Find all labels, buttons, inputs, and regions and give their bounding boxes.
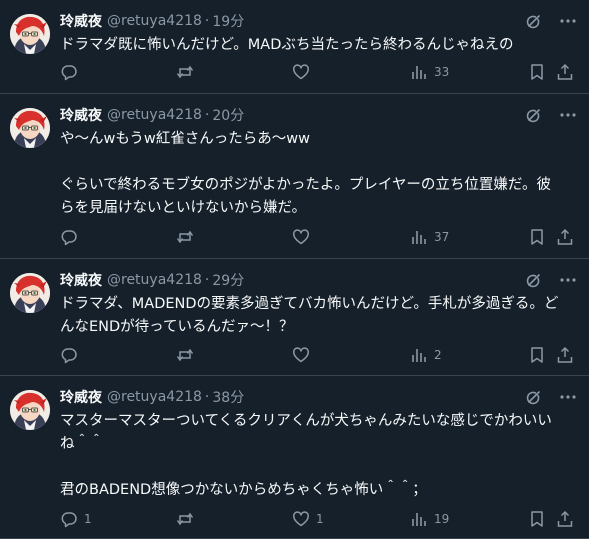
more-icon[interactable] xyxy=(559,106,577,128)
user-handle[interactable]: @retuya4218 xyxy=(107,107,202,123)
timestamp[interactable]: 29分 xyxy=(212,270,244,290)
bookmark-icon xyxy=(528,510,546,528)
avatar[interactable] xyxy=(10,14,50,54)
share-icon xyxy=(556,63,574,81)
bookmark-icon xyxy=(528,346,546,364)
user-handle[interactable]: @retuya4218 xyxy=(107,389,202,405)
timestamp[interactable]: 20分 xyxy=(212,105,244,125)
grok-icon[interactable] xyxy=(525,271,543,293)
timestamp[interactable]: 38分 xyxy=(212,387,244,407)
more-icon[interactable] xyxy=(559,12,577,34)
retweet-button[interactable] xyxy=(176,228,200,246)
like-button[interactable] xyxy=(292,228,316,246)
reply-button[interactable]: 1 xyxy=(60,510,92,528)
action-bar: 37 xyxy=(0,228,589,248)
views-button[interactable]: 33 xyxy=(410,63,449,81)
display-name[interactable]: 玲威夜 xyxy=(60,387,102,407)
retweet-icon xyxy=(176,346,194,364)
views-count: 19 xyxy=(434,512,450,526)
views-icon xyxy=(410,63,428,81)
views-icon xyxy=(410,228,428,246)
bookmark-icon xyxy=(528,228,546,246)
views-button[interactable]: 37 xyxy=(410,228,449,246)
tweet-text: や〜んwもうw紅雀さんったらあ〜ww ぐらいで終わるモブ女のポジがよかったよ。プ… xyxy=(60,131,551,216)
timestamp[interactable]: 19分 xyxy=(212,11,244,31)
reply-button[interactable] xyxy=(60,228,84,246)
display-name[interactable]: 玲威夜 xyxy=(60,105,102,125)
share-icon xyxy=(556,228,574,246)
like-button[interactable] xyxy=(292,346,316,364)
separator-dot: · xyxy=(204,107,210,123)
reply-icon xyxy=(60,510,78,528)
action-bar: 1 1 19 xyxy=(0,510,589,530)
bookmark-button[interactable] xyxy=(528,228,546,246)
retweet-icon xyxy=(176,228,194,246)
share-button[interactable] xyxy=(556,510,574,528)
share-button[interactable] xyxy=(556,228,574,246)
reply-button[interactable] xyxy=(60,346,84,364)
like-icon xyxy=(292,510,310,528)
grok-icon[interactable] xyxy=(525,388,543,410)
like-icon xyxy=(292,346,310,364)
views-count: 37 xyxy=(434,230,450,244)
tweet-text: ドラマダ既に怖いんだけど。MADぶち当たったら終わるんじゃねえの xyxy=(60,37,514,53)
like-icon xyxy=(292,63,310,81)
reply-icon xyxy=(60,228,78,246)
separator-dot: · xyxy=(204,13,210,29)
retweet-button[interactable] xyxy=(176,346,200,364)
reply-button[interactable] xyxy=(60,63,84,81)
grok-icon[interactable] xyxy=(525,106,543,128)
views-icon xyxy=(410,346,428,364)
tweet-text: ドラマダ、MADENDの要素多過ぎてバカ怖いんだけど。手札が多過ぎる。ど んなE… xyxy=(60,296,559,335)
reply-count: 1 xyxy=(84,512,92,526)
display-name[interactable]: 玲威夜 xyxy=(60,270,102,290)
more-icon[interactable] xyxy=(559,271,577,293)
bookmark-icon xyxy=(528,63,546,81)
tweet[interactable]: 玲威夜 @retuya4218 · 38分 マスターマスターついてくるクリアくん… xyxy=(0,376,589,539)
retweet-icon xyxy=(176,510,194,528)
avatar[interactable] xyxy=(10,273,50,313)
tweet[interactable]: 玲威夜 @retuya4218 · 29分 ドラマダ、MADENDの要素多過ぎて… xyxy=(0,259,589,376)
tweet[interactable]: 玲威夜 @retuya4218 · 19分 ドラマダ既に怖いんだけど。MADぶち… xyxy=(0,0,589,94)
like-count: 1 xyxy=(316,512,324,526)
avatar[interactable] xyxy=(10,108,50,148)
action-bar: 2 xyxy=(0,346,589,366)
like-button[interactable] xyxy=(292,63,316,81)
more-icon[interactable] xyxy=(559,388,577,410)
bookmark-button[interactable] xyxy=(528,510,546,528)
user-handle[interactable]: @retuya4218 xyxy=(107,13,202,29)
share-button[interactable] xyxy=(556,346,574,364)
tweet[interactable]: 玲威夜 @retuya4218 · 20分 や〜んwもうw紅雀さんったらあ〜ww… xyxy=(0,94,589,259)
grok-icon[interactable] xyxy=(525,12,543,34)
bookmark-button[interactable] xyxy=(528,346,546,364)
share-button[interactable] xyxy=(556,63,574,81)
retweet-icon xyxy=(176,63,194,81)
display-name[interactable]: 玲威夜 xyxy=(60,11,102,31)
reply-icon xyxy=(60,346,78,364)
reply-icon xyxy=(60,63,78,81)
separator-dot: · xyxy=(204,272,210,288)
tweet-text: マスターマスターついてくるクリアくんが犬ちゃんみたいな感じでかわいい ね＾＾ 君… xyxy=(60,413,552,498)
retweet-button[interactable] xyxy=(176,63,200,81)
views-button[interactable]: 2 xyxy=(410,346,442,364)
like-button[interactable]: 1 xyxy=(292,510,324,528)
share-icon xyxy=(556,346,574,364)
views-count: 2 xyxy=(434,348,442,362)
views-count: 33 xyxy=(434,65,450,79)
share-icon xyxy=(556,510,574,528)
action-bar: 33 xyxy=(0,63,589,83)
user-handle[interactable]: @retuya4218 xyxy=(107,272,202,288)
views-icon xyxy=(410,510,428,528)
views-button[interactable]: 19 xyxy=(410,510,449,528)
like-icon xyxy=(292,228,310,246)
separator-dot: · xyxy=(204,389,210,405)
bookmark-button[interactable] xyxy=(528,63,546,81)
avatar[interactable] xyxy=(10,390,50,430)
retweet-button[interactable] xyxy=(176,510,200,528)
